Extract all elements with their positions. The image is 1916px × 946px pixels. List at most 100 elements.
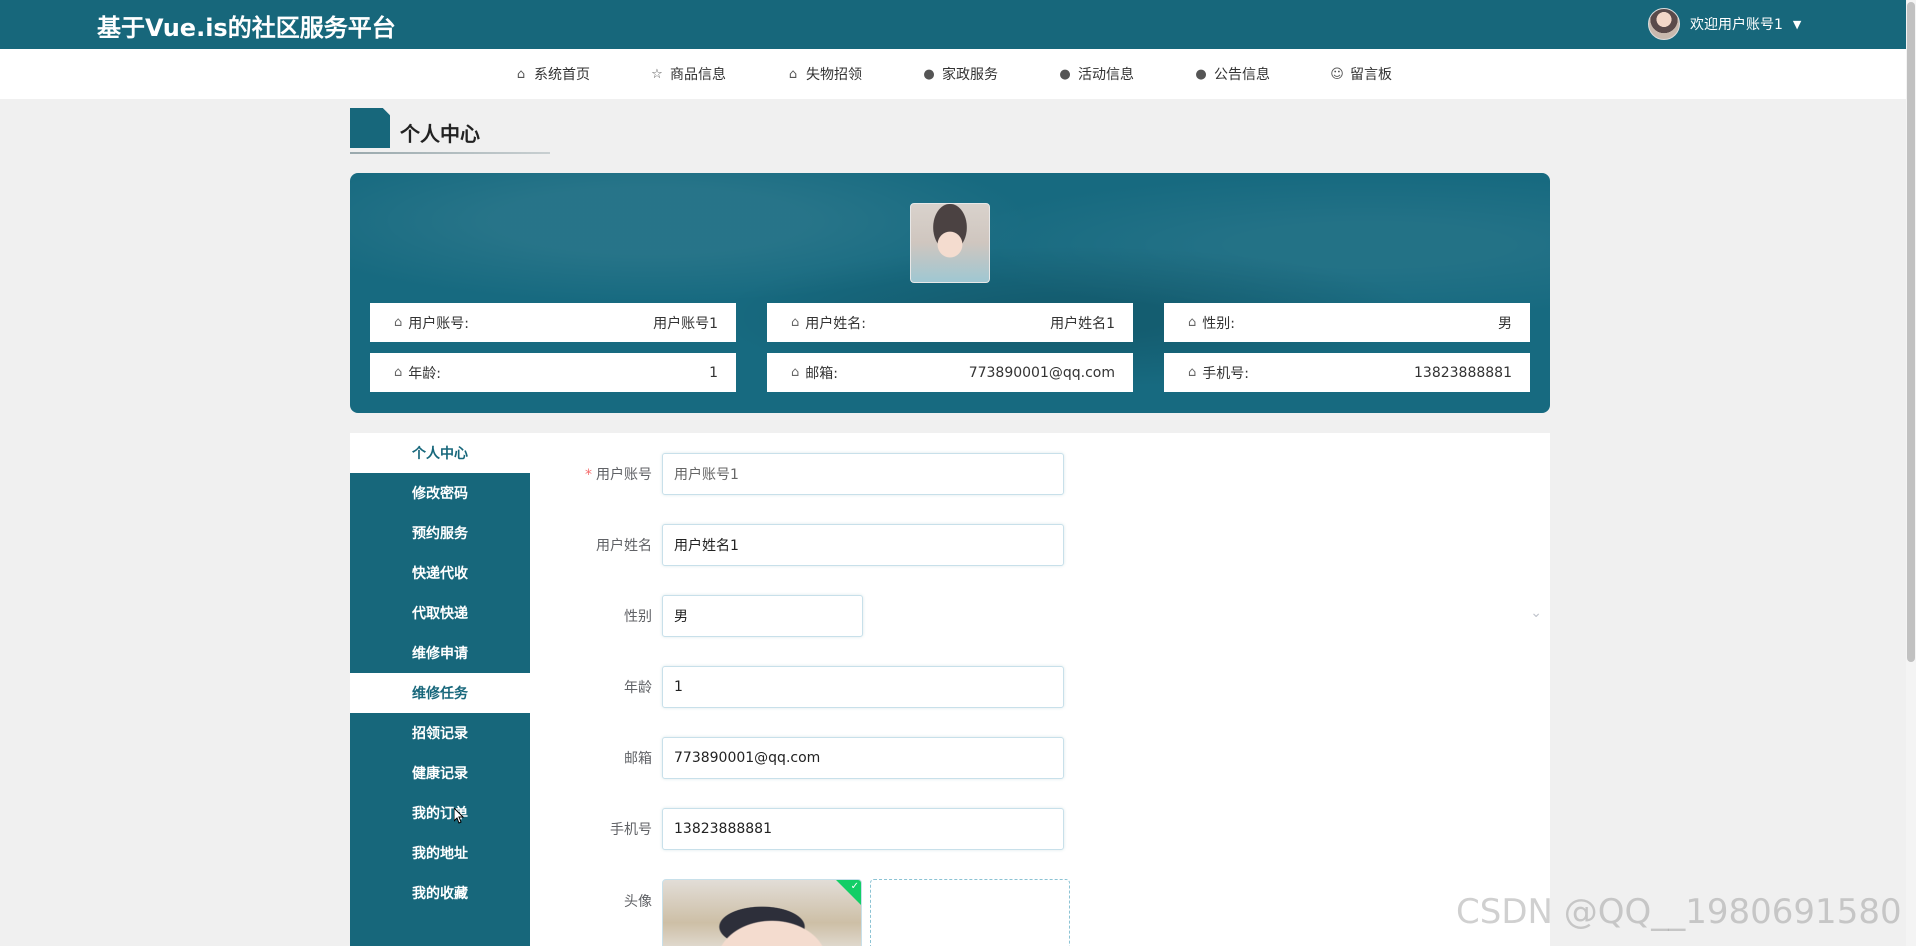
avatar-upload-thumbnail[interactable]: ✓ xyxy=(662,879,862,946)
nav-item-home[interactable]: ⌂ 系统首页 xyxy=(484,49,620,99)
form-row-age: 年龄 xyxy=(530,666,1550,708)
scrollbar-thumb[interactable] xyxy=(1907,2,1915,662)
mouse-cursor-icon xyxy=(454,808,464,824)
info-gender: ⌂ 性别: 男 xyxy=(1164,303,1530,342)
form-row-email: 邮箱 xyxy=(530,737,1550,779)
nav-item-activities[interactable]: ● 活动信息 xyxy=(1028,49,1164,99)
info-circle-icon: ● xyxy=(1195,66,1207,82)
page-heading: 个人中心 xyxy=(350,108,550,154)
profile-card: ⌂ 用户账号: 用户账号1 ⌂ 用户姓名: 用户姓名1 ⌂ 性别: 男 ⌂ 年龄: 1 … xyxy=(350,173,1550,413)
form-row-account: * 用户账号 xyxy=(530,453,1550,495)
info-value: 1 xyxy=(709,364,718,381)
menu-item-repair-task[interactable]: 维修任务 xyxy=(350,673,530,713)
menu-item-change-password[interactable]: 修改密码 xyxy=(350,473,530,513)
info-value: 用户姓名1 xyxy=(1050,315,1115,332)
nav-item-products[interactable]: ☆ 商品信息 xyxy=(620,49,756,99)
form-row-gender: 性别 ⌄ xyxy=(530,595,1550,637)
profile-avatar xyxy=(910,203,990,283)
nav-label: 商品信息 xyxy=(670,67,726,83)
age-input[interactable] xyxy=(662,666,1064,708)
info-value: 用户账号1 xyxy=(653,315,718,332)
form-label: 用户姓名 xyxy=(596,538,652,554)
info-label: 年龄: xyxy=(408,365,441,382)
form-label: 年龄 xyxy=(624,680,652,696)
form-label: 手机号 xyxy=(610,822,652,838)
home-icon: ⌂ xyxy=(791,365,800,380)
site-title: 基于Vue.is的社区服务平台 xyxy=(97,14,396,42)
form-row-avatar: 头像 ✓ xyxy=(530,879,1550,946)
heading-decoration xyxy=(350,108,390,148)
menu-item-profile[interactable]: 个人中心 xyxy=(350,433,530,473)
menu-item-parcel-receive[interactable]: 快递代收 xyxy=(350,553,530,593)
info-age: ⌂ 年龄: 1 xyxy=(370,353,736,392)
info-label: 用户姓名: xyxy=(805,315,866,332)
info-value: 男 xyxy=(1498,315,1512,332)
email-input[interactable] xyxy=(662,737,1064,779)
alert-circle-icon: ● xyxy=(923,66,935,82)
menu-item-booking[interactable]: 预约服务 xyxy=(350,513,530,553)
nav-label: 家政服务 xyxy=(942,67,998,83)
profile-form: *用户账号 用户姓名 性别 ⌄ 年龄 邮箱 手机号 头像 ✓ xyxy=(530,433,1550,946)
info-label: 用户账号: xyxy=(408,315,469,332)
check-icon: ✓ xyxy=(850,881,859,892)
name-input[interactable] xyxy=(662,524,1064,566)
avatar-upload-slot[interactable] xyxy=(870,879,1070,946)
user-menu[interactable]: 欢迎用户账号1 ▼ xyxy=(1648,8,1801,40)
nav-item-lost-found[interactable]: ⌂ 失物招领 xyxy=(756,49,892,99)
bag-icon: ⌂ xyxy=(788,66,798,82)
form-label: 头像 xyxy=(624,894,652,910)
form-row-name: 用户姓名 xyxy=(530,524,1550,566)
menu-item-my-favorites[interactable]: 我的收藏 xyxy=(350,873,530,913)
question-circle-icon: ● xyxy=(1059,66,1071,82)
top-bar: 基于Vue.is的社区服务平台 欢迎用户账号1 ▼ xyxy=(0,0,1916,49)
info-phone: ⌂ 手机号: 13823888881 xyxy=(1164,353,1530,392)
smile-icon: ☺ xyxy=(1330,66,1344,82)
side-menu: 个人中心 修改密码 预约服务 快递代收 代取快递 维修申请 维修任务 招领记录 … xyxy=(350,433,530,946)
nav-item-announcements[interactable]: ● 公告信息 xyxy=(1164,49,1300,99)
menu-item-repair-request[interactable]: 维修申请 xyxy=(350,633,530,673)
menu-item-parcel-pickup[interactable]: 代取快递 xyxy=(350,593,530,633)
menu-item-health-records[interactable]: 健康记录 xyxy=(350,753,530,793)
info-email: ⌂ 邮箱: 773890001@qq.com xyxy=(767,353,1133,392)
info-label: 手机号: xyxy=(1202,365,1249,382)
gender-input[interactable] xyxy=(662,595,863,637)
gender-select[interactable]: ⌄ xyxy=(662,595,1542,637)
info-label: 邮箱: xyxy=(805,365,838,382)
heading-underline xyxy=(350,152,550,154)
profile-info-grid: ⌂ 用户账号: 用户账号1 ⌂ 用户姓名: 用户姓名1 ⌂ 性别: 男 ⌂ 年龄: 1 … xyxy=(370,303,1530,392)
nav-label: 失物招领 xyxy=(806,67,862,83)
home-icon: ⌂ xyxy=(791,315,800,330)
menu-item-claim-records[interactable]: 招领记录 xyxy=(350,713,530,753)
info-account: ⌂ 用户账号: 用户账号1 xyxy=(370,303,736,342)
form-label: 用户账号 xyxy=(596,467,652,483)
home-icon: ⌂ xyxy=(394,315,403,330)
user-avatar[interactable] xyxy=(1648,8,1680,40)
watermark: CSDN @QQ__1980691580 xyxy=(1456,892,1902,932)
home-icon: ⌂ xyxy=(394,365,403,380)
menu-item-my-orders[interactable]: 我的订单 xyxy=(350,793,530,833)
welcome-text[interactable]: 欢迎用户账号1 xyxy=(1690,14,1783,34)
nav-item-housekeeping[interactable]: ● 家政服务 xyxy=(892,49,1028,99)
required-mark: * xyxy=(585,467,592,483)
nav-label: 活动信息 xyxy=(1078,67,1134,83)
home-icon: ⌂ xyxy=(1188,315,1197,330)
home-icon: ⌂ xyxy=(516,66,526,82)
nav-item-message-board[interactable]: ☺ 留言板 xyxy=(1300,49,1422,99)
caret-down-icon[interactable]: ▼ xyxy=(1793,18,1801,31)
nav-label: 公告信息 xyxy=(1214,67,1270,83)
form-row-phone: 手机号 xyxy=(530,808,1550,850)
nav-label: 留言板 xyxy=(1350,67,1392,83)
info-value: 13823888881 xyxy=(1414,364,1512,381)
info-label: 性别: xyxy=(1202,315,1235,332)
menu-item-my-address[interactable]: 我的地址 xyxy=(350,833,530,873)
info-name: ⌂ 用户姓名: 用户姓名1 xyxy=(767,303,1133,342)
info-value: 773890001@qq.com xyxy=(968,364,1115,381)
form-label: 邮箱 xyxy=(624,751,652,767)
nav-label: 系统首页 xyxy=(534,67,590,83)
chevron-down-icon[interactable]: ⌄ xyxy=(1530,605,1542,621)
star-icon: ☆ xyxy=(651,66,663,82)
form-label: 性别 xyxy=(624,609,652,625)
page-title: 个人中心 xyxy=(400,122,480,146)
phone-input[interactable] xyxy=(662,808,1064,850)
account-input[interactable] xyxy=(662,453,1064,495)
